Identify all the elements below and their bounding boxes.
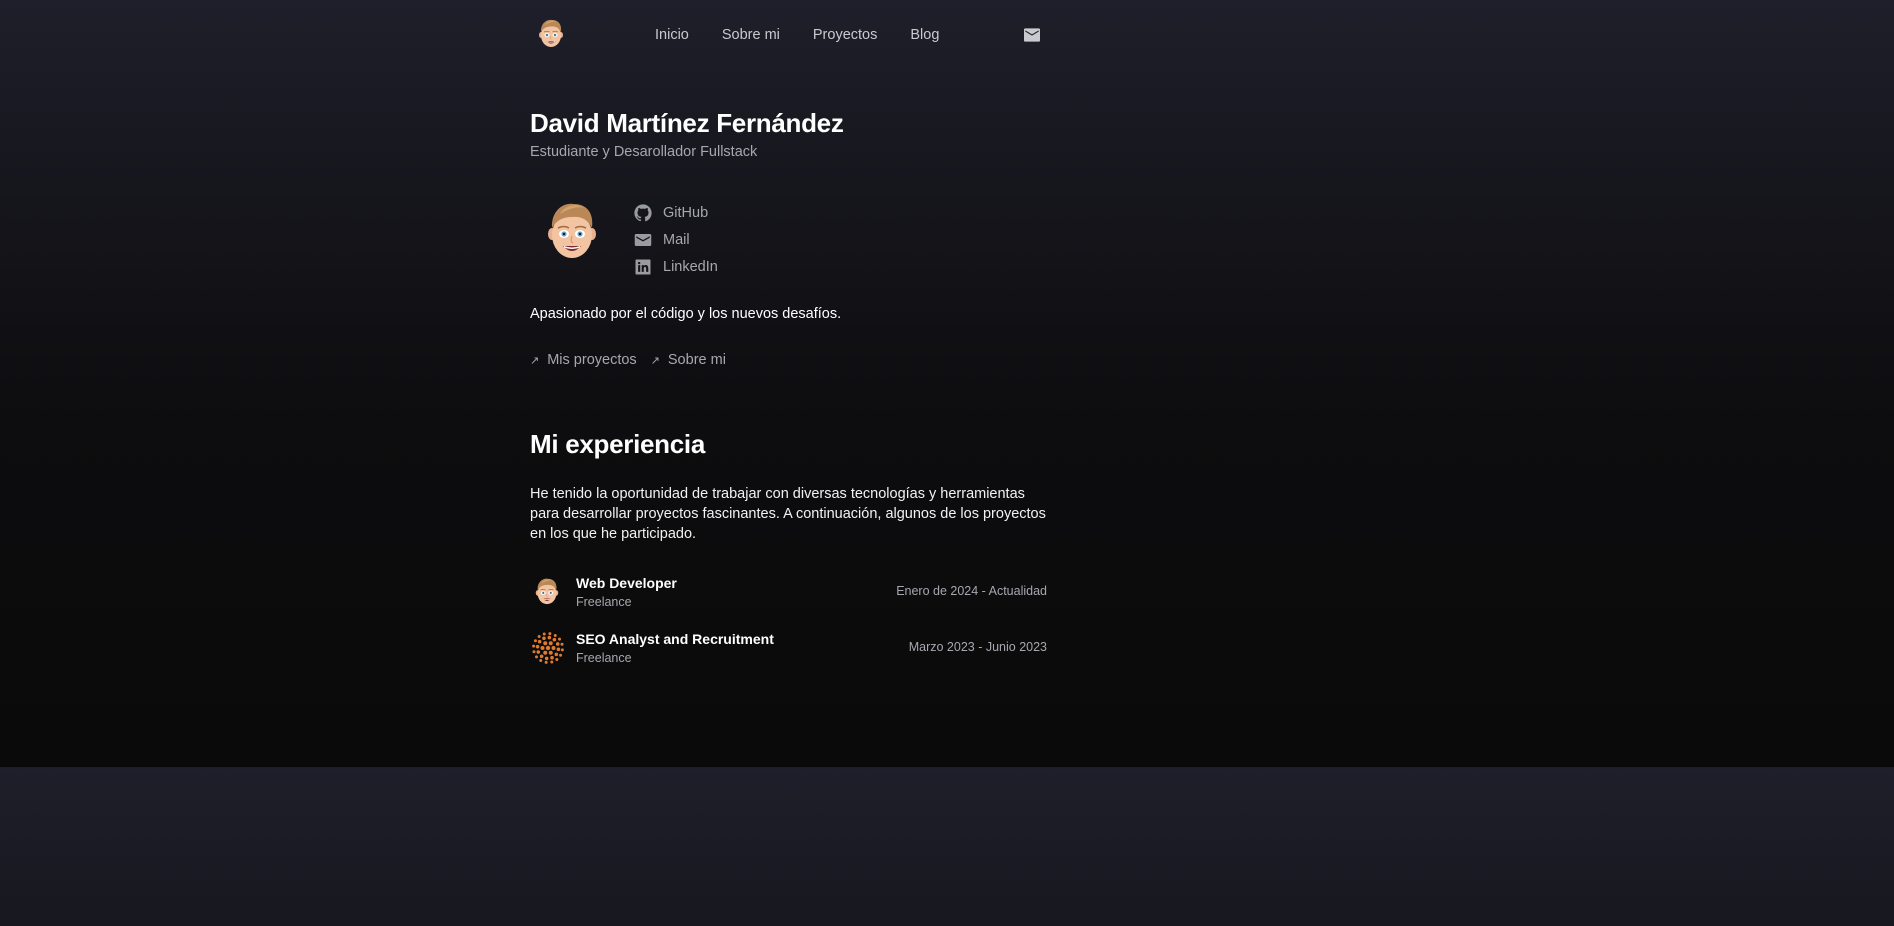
site-header: Inicio Sobre mi Proyectos Blog	[530, 14, 1047, 58]
arrow-up-right-icon: ↗	[650, 354, 660, 367]
page-title: David Martínez Fernández	[530, 108, 844, 138]
logo-dot	[544, 656, 549, 661]
header-mail-button[interactable]	[1024, 28, 1040, 42]
logo-dot	[533, 639, 537, 643]
logo-dot	[548, 632, 552, 636]
logo-dot	[544, 660, 548, 664]
linkedin-icon	[635, 259, 651, 274]
logo-dot	[540, 646, 545, 650]
memoji-avatar-icon	[537, 17, 565, 49]
experience-role: SEO Analyst and Recruitment	[576, 631, 774, 647]
social-links: GitHub Mail LinkedIn	[634, 199, 718, 280]
nav-item-sobre-mi[interactable]: Sobre mi	[722, 27, 780, 43]
memoji-avatar-icon	[546, 198, 598, 262]
logo-dot	[555, 642, 560, 646]
experience-heading: Mi experiencia	[530, 429, 705, 459]
page-subtitle: Estudiante y Desarollador Fullstack	[530, 144, 758, 160]
logo-dot	[535, 655, 538, 659]
github-icon	[634, 203, 652, 221]
logo-dot	[532, 650, 536, 654]
logo-dot	[548, 650, 553, 655]
mail-icon	[1024, 28, 1040, 42]
mail-icon	[634, 233, 652, 246]
nav-item-inicio[interactable]: Inicio	[655, 27, 689, 43]
logo-dot	[542, 636, 546, 641]
cta-mis-proyectos-link[interactable]: ↗ Mis proyectos	[530, 352, 637, 368]
logo-dot	[560, 642, 564, 646]
bio-text: Apasionado por el código y los nuevos de…	[530, 306, 842, 322]
logo-dot	[548, 641, 553, 646]
arrow-up-right-icon: ↗	[530, 354, 540, 367]
logo-dot	[532, 644, 536, 648]
cta-sobre-mi-link[interactable]: ↗ Sobre mi	[651, 352, 726, 368]
logo-dot	[545, 645, 551, 651]
memoji-avatar-icon	[532, 576, 562, 606]
experience-dates: Enero de 2024 - Actualidad	[896, 584, 1047, 598]
experience-dates: Marzo 2023 - Junio 2023	[908, 640, 1047, 654]
experience-list: Web Developer Freelance Enero de 2024 - …	[530, 574, 1047, 686]
logo-dot	[539, 659, 543, 663]
logo-dot	[550, 655, 554, 660]
logo-dot	[537, 639, 542, 644]
social-link-linkedin[interactable]: LinkedIn	[634, 253, 718, 280]
cta-label-sobre-mi: Sobre mi	[667, 352, 726, 368]
logo-dot	[539, 654, 544, 659]
logo-dot	[537, 635, 541, 638]
avatar	[546, 198, 598, 262]
logo-dot	[553, 633, 557, 637]
nav-item-proyectos[interactable]: Proyectos	[813, 27, 877, 43]
experience-logo	[532, 632, 564, 664]
logo-dot	[543, 650, 548, 655]
logo-dot	[554, 652, 559, 657]
orange-dots-logo-icon	[532, 632, 564, 664]
logo-dot	[559, 653, 563, 657]
logo-dot	[543, 641, 548, 646]
logo-dot	[542, 632, 546, 636]
nav-item-blog[interactable]: Blog	[910, 27, 939, 43]
logo-dot	[536, 650, 541, 654]
cta-label-mis-proyectos: Mis proyectos	[547, 352, 637, 368]
logo-dot	[551, 646, 556, 650]
home-logo-avatar[interactable]	[537, 17, 565, 49]
experience-company: Freelance	[576, 595, 632, 609]
experience-intro: He tenido la oportunidad de trabajar con…	[530, 486, 1046, 542]
logo-dot	[547, 635, 552, 640]
social-label-github: GitHub	[663, 204, 709, 221]
social-link-github[interactable]: GitHub	[634, 199, 718, 226]
social-label-linkedin: LinkedIn	[663, 258, 718, 275]
experience-company: Freelance	[576, 651, 632, 665]
logo-dot	[552, 637, 557, 642]
logo-dot	[558, 637, 561, 641]
experience-logo	[532, 576, 562, 606]
logo-dot	[555, 658, 559, 661]
cta-links: ↗ Mis proyectos ↗ Sobre mi	[530, 352, 740, 368]
logo-dot	[560, 648, 564, 652]
main-nav: Inicio Sobre mi Proyectos Blog	[655, 27, 972, 43]
experience-item: SEO Analyst and Recruitment Freelance Ma…	[530, 630, 1047, 686]
experience-role: Web Developer	[576, 575, 677, 591]
logo-dot	[550, 660, 554, 664]
social-label-mail: Mail	[663, 231, 690, 248]
logo-dot	[556, 647, 561, 652]
experience-item: Web Developer Freelance Enero de 2024 - …	[530, 574, 1047, 630]
logo-dot	[535, 644, 540, 649]
social-link-mail[interactable]: Mail	[634, 226, 718, 253]
